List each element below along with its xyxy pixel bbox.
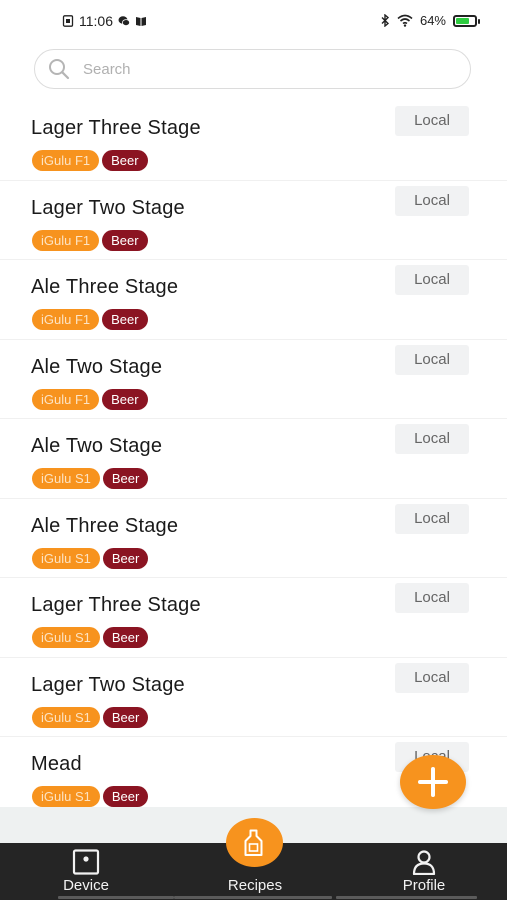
device-tag: iGulu F1 [32,309,100,330]
type-tag: Beer [102,627,149,648]
type-tag: Beer [102,547,149,569]
local-badge: Local [395,662,469,693]
search-bar[interactable] [34,49,471,89]
type-tag: Beer [102,388,148,410]
screenshot-icon [62,15,74,27]
local-badge: Local [395,106,469,136]
nav-label-profile: Profile [402,877,446,894]
recipe-row[interactable]: Ale Three Stage iGulu S1 Beer Local [0,499,507,578]
type-tag: Beer [102,309,148,330]
wifi-icon [397,14,413,27]
recipe-list: Lager Three Stage iGulu F1 Beer Local Lager … [0,101,507,807]
recipe-name: Lager Three Stage [31,594,201,616]
nav-label-device: Device [63,877,109,894]
recipe-name: Ale Two Stage [31,435,163,457]
nav-underline [58,896,174,899]
recipe-tags: iGulu S1 Beer [32,547,149,569]
recipe-name: Ale Three Stage [31,514,179,537]
device-tag: iGulu F1 [32,150,100,171]
type-tag: Beer [102,786,149,807]
battery-percent: 64% [419,13,446,28]
local-badge: Local [395,424,469,454]
recipe-tags: iGulu S1 Beer [32,786,149,807]
device-icon [72,849,100,875]
device-tag: iGulu F1 [32,229,100,251]
recipe-tags: iGulu F1 Beer [32,309,148,330]
recipe-tags: iGulu S1 Beer [32,627,149,648]
recipe-name: Lager Two Stage [31,196,185,219]
device-tag: iGulu S1 [32,468,100,489]
recipe-name: Ale Three Stage [31,276,179,298]
recipe-tags: iGulu S1 Beer [32,706,149,728]
local-badge: Local [395,583,469,613]
recipe-name: Ale Two Stage [31,355,163,378]
recipe-name: Lager Two Stage [31,673,185,696]
nav-item-profile[interactable]: Profile [336,843,482,900]
search-icon [49,59,70,80]
device-tag: iGulu S1 [32,627,100,648]
recipe-row[interactable]: Ale Two Stage iGulu F1 Beer Local [0,340,507,419]
status-left: 11:06 [62,13,147,29]
nav-label-recipes: Recipes [227,877,283,894]
status-right: 64% [380,13,480,28]
recipe-row[interactable]: Lager Two Stage iGulu F1 Beer Local [0,181,507,260]
nav-item-device[interactable]: Device [28,843,174,900]
nav-underline [174,896,332,899]
wechat-icon [118,16,130,26]
type-tag: Beer [102,468,149,489]
device-tag: iGulu F1 [32,388,100,410]
recipes-tab-bubble[interactable] [226,818,283,867]
local-badge: Local [395,265,469,295]
device-tag: iGulu S1 [32,706,100,728]
recipe-row[interactable]: Lager Three Stage iGulu F1 Beer Local [0,101,507,181]
type-tag: Beer [102,706,149,728]
recipe-row[interactable]: Lager Two Stage iGulu S1 Beer Local [0,658,507,737]
type-tag: Beer [102,229,148,251]
person-icon [412,850,436,875]
recipe-tags: iGulu F1 Beer [32,150,148,171]
bottle-icon [244,829,263,856]
recipe-row[interactable]: Lager Three Stage iGulu S1 Beer Local [0,578,507,658]
recipe-row[interactable]: Ale Three Stage iGulu F1 Beer Local [0,260,507,340]
device-tag: iGulu S1 [32,547,100,569]
local-badge: Local [395,503,469,534]
search-input[interactable] [81,59,445,79]
local-badge: Local [395,185,469,216]
type-tag: Beer [102,150,148,171]
recipe-name: Mead [31,753,82,775]
add-recipe-button[interactable] [400,755,466,809]
plus-icon [418,767,448,797]
recipe-row[interactable]: Ale Two Stage iGulu S1 Beer Local [0,419,507,499]
battery-fill [456,17,469,24]
status-bar: 11:06 64% [0,0,507,46]
recipe-name: Lager Three Stage [31,117,201,139]
battery-icon [453,14,480,27]
local-badge: Local [395,344,469,375]
nav-underline [336,896,477,899]
recipe-tags: iGulu F1 Beer [32,229,148,251]
book-icon [136,17,146,26]
recipe-tags: iGulu F1 Beer [32,388,148,410]
bluetooth-icon [381,14,390,27]
status-time: 11:06 [79,13,113,29]
recipe-tags: iGulu S1 Beer [32,468,149,489]
device-tag: iGulu S1 [32,786,100,807]
